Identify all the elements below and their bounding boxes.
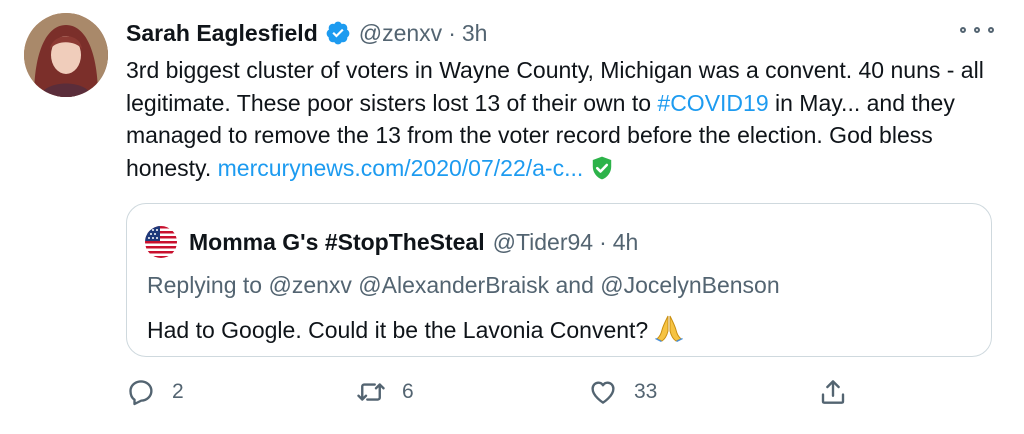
shield-check-icon xyxy=(593,156,612,179)
share-button[interactable] xyxy=(818,372,848,412)
reply-user-link[interactable]: @zenxv xyxy=(268,272,351,298)
author-name[interactable]: Sarah Eaglesfield xyxy=(126,20,318,47)
retweet-button[interactable]: 6 xyxy=(356,372,414,412)
separator-dot: · xyxy=(599,228,607,255)
quoted-tweet-header: Momma G's #StopTheSteal @Tider94 · 4h xyxy=(145,226,638,258)
share-icon xyxy=(821,380,845,404)
reply-icon xyxy=(129,380,153,406)
like-button[interactable]: 33 xyxy=(588,372,657,412)
more-dot xyxy=(988,27,994,33)
avatar-portrait-icon xyxy=(24,13,108,97)
quoted-tweet[interactable]: Momma G's #StopTheSteal @Tider94 · 4h Re… xyxy=(126,203,992,357)
more-icon[interactable] xyxy=(960,20,994,40)
reply-user-link[interactable]: @AlexanderBraisk xyxy=(358,272,549,298)
author-avatar[interactable] xyxy=(24,13,108,97)
tweet-header: Sarah Eaglesfield @zenxv · 3h xyxy=(126,16,487,50)
quoted-timestamp[interactable]: 4h xyxy=(613,229,639,256)
tweet-text: 3rd biggest cluster of voters in Wayne C… xyxy=(126,54,1006,184)
quoted-author-name[interactable]: Momma G's #StopTheSteal xyxy=(189,229,485,256)
action-bar: 2 6 33 xyxy=(126,372,866,412)
quoted-tweet-text: Had to Google. Could it be the Lavonia C… xyxy=(147,314,684,344)
like-count: 33 xyxy=(634,380,658,403)
author-handle[interactable]: @zenxv xyxy=(359,20,442,47)
reply-button[interactable]: 2 xyxy=(126,372,184,412)
replying-to-label: Replying to xyxy=(147,272,269,298)
more-dot xyxy=(974,27,980,33)
us-flag-icon xyxy=(145,226,177,258)
reply-user-link[interactable]: @JocelynBenson xyxy=(600,272,779,298)
tweet-timestamp[interactable]: 3h xyxy=(462,20,488,47)
retweet-count: 6 xyxy=(402,380,414,403)
separator-dot: · xyxy=(448,19,456,46)
folded-hands-icon xyxy=(655,315,684,342)
article-link[interactable]: mercurynews.com/2020/07/22/a-c... xyxy=(218,155,584,181)
verified-badge-icon xyxy=(326,21,350,45)
reply-and-label: and xyxy=(549,272,601,298)
more-dot xyxy=(960,27,966,33)
retweet-icon xyxy=(357,383,385,401)
like-icon xyxy=(591,381,615,404)
hashtag-link[interactable]: #COVID19 xyxy=(657,90,768,116)
quoted-text: Had to Google. Could it be the Lavonia C… xyxy=(147,317,649,343)
reply-count: 2 xyxy=(172,380,184,403)
quoted-author-handle[interactable]: @Tider94 xyxy=(493,229,593,256)
replying-to-line: Replying to @zenxv @AlexanderBraisk and … xyxy=(147,272,780,299)
